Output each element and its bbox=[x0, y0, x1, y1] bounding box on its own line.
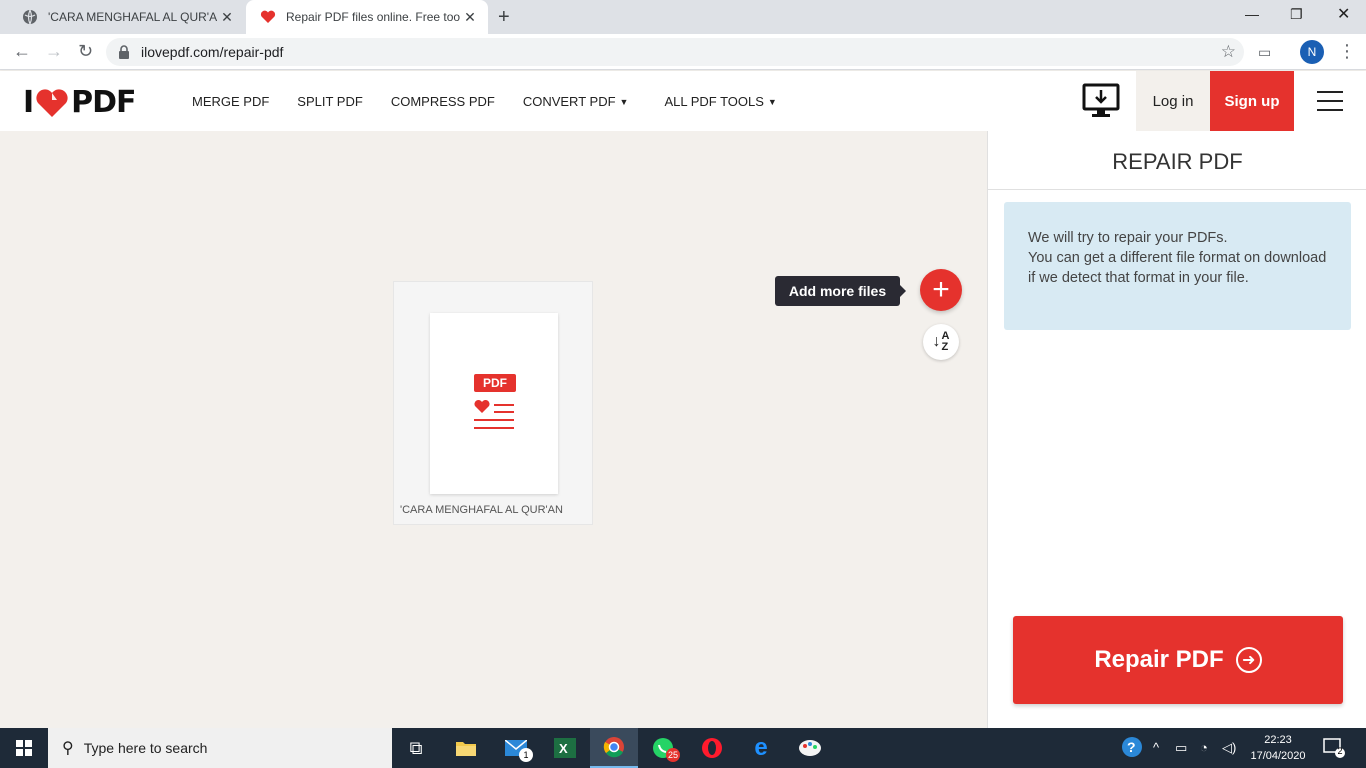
sort-letter-z: Z bbox=[941, 341, 949, 353]
close-tab-icon[interactable]: ✕ bbox=[460, 9, 480, 26]
notification-count: 2 bbox=[1337, 746, 1343, 756]
nav-label: COMPRESS PDF bbox=[390, 94, 495, 109]
wifi-icon[interactable]: ◔ bbox=[1200, 740, 1208, 755]
nav-convert-pdf[interactable]: CONVERT PDF ▼ bbox=[523, 94, 629, 109]
start-button[interactable] bbox=[0, 728, 48, 768]
login-button[interactable]: Log in bbox=[1136, 71, 1210, 131]
notification-center-icon[interactable]: 2 bbox=[1323, 738, 1345, 761]
info-line-2: You can get a different file format on d… bbox=[1028, 250, 1327, 286]
tool-sidebar: REPAIR PDF We will try to repair your PD… bbox=[987, 131, 1366, 728]
forward-icon[interactable]: → bbox=[45, 41, 63, 62]
paint-icon[interactable] bbox=[786, 728, 834, 768]
task-view-icon[interactable]: ⧉ bbox=[392, 728, 440, 768]
nav-merge-pdf[interactable]: MERGE PDF bbox=[192, 94, 269, 109]
sort-letters: A Z bbox=[942, 331, 950, 353]
arrow-right-icon: ➜ bbox=[1235, 647, 1262, 673]
sort-arrow-icon: ↓ bbox=[932, 333, 941, 350]
url-text: ilovepdf.com/repair-pdf bbox=[141, 44, 284, 60]
repair-pdf-button[interactable]: Repair PDF ➜ bbox=[1013, 616, 1343, 704]
clock-time: 22:23 bbox=[1264, 734, 1292, 746]
heart-logo-icon bbox=[36, 88, 68, 117]
whatsapp-badge: 25 bbox=[666, 748, 681, 762]
add-files-button[interactable]: + bbox=[920, 269, 962, 311]
plus-icon: + bbox=[932, 273, 950, 306]
help-icon[interactable]: ? bbox=[1121, 736, 1143, 761]
logo-letter: I bbox=[23, 85, 34, 120]
info-box: We will try to repair your PDFs. You can… bbox=[1004, 202, 1351, 330]
cast-icon[interactable]: ▭ bbox=[1258, 44, 1271, 61]
add-files-tooltip: Add more files bbox=[775, 276, 906, 306]
site-header: I PDF MERGE PDF SPLIT PDF COMPRESS PDF C… bbox=[0, 71, 1366, 131]
pdf-document-icon bbox=[474, 399, 514, 429]
browser-toolbar: ← → ↻ ilovepdf.com/repair-pdf ☆ ▭ ⋮ bbox=[0, 34, 1366, 70]
svg-text:?: ? bbox=[1127, 739, 1136, 755]
search-icon: ⚲ bbox=[62, 740, 74, 757]
desktop-download-icon[interactable] bbox=[1082, 83, 1120, 119]
main-nav: MERGE PDF SPLIT PDF COMPRESS PDF CONVERT… bbox=[192, 94, 805, 109]
svg-text:X: X bbox=[559, 741, 568, 756]
file-thumbnail: PDF bbox=[430, 313, 558, 494]
file-card[interactable]: PDF 'CARA MENGHAFAL AL QUR'AN bbox=[393, 281, 593, 525]
browser-tab-1[interactable]: 'CARA MENGHAFAL AL QUR'AN DAL ✕ bbox=[8, 0, 245, 34]
file-workspace: PDF 'CARA MENGHAFAL AL QUR'AN Add more f… bbox=[0, 131, 987, 728]
clock-date: 17/04/2020 bbox=[1250, 750, 1306, 762]
lock-icon bbox=[119, 45, 129, 59]
nav-label: SPLIT PDF bbox=[297, 94, 363, 109]
mail-badge: 1 bbox=[519, 748, 533, 762]
nav-compress-pdf[interactable]: COMPRESS PDF bbox=[391, 94, 495, 109]
caret-down-icon: ▼ bbox=[619, 96, 629, 107]
pdf-badge: PDF bbox=[474, 374, 516, 392]
info-line-1: We will try to repair your PDFs. bbox=[1028, 230, 1228, 246]
minimize-icon[interactable]: — bbox=[1245, 6, 1259, 22]
signup-button[interactable]: Sign up bbox=[1210, 71, 1294, 131]
repair-button-label: Repair PDF bbox=[1094, 646, 1224, 673]
excel-icon[interactable]: X bbox=[541, 728, 589, 768]
opera-icon[interactable] bbox=[688, 728, 736, 768]
profile-avatar[interactable]: N bbox=[1300, 40, 1324, 64]
ilovepdf-heart-icon bbox=[260, 9, 276, 25]
browser-tab-2[interactable]: Repair PDF files online. Free tool ✕ bbox=[246, 0, 488, 34]
globe-icon bbox=[22, 9, 38, 25]
browser-tab-strip: 'CARA MENGHAFAL AL QUR'AN DAL ✕ Repair P… bbox=[0, 0, 1366, 34]
close-window-icon[interactable]: ✕ bbox=[1337, 4, 1350, 24]
volume-icon[interactable]: ◁) bbox=[1222, 740, 1236, 756]
edge-icon[interactable]: e bbox=[737, 728, 785, 768]
close-tab-icon[interactable]: ✕ bbox=[217, 9, 237, 26]
hamburger-menu-icon[interactable] bbox=[1317, 91, 1343, 111]
tab-title: 'CARA MENGHAFAL AL QUR'AN DAL bbox=[48, 10, 217, 24]
caret-down-icon: ▼ bbox=[767, 96, 777, 107]
ilovepdf-logo[interactable]: I PDF bbox=[23, 85, 137, 120]
menu-dots-icon[interactable]: ⋮ bbox=[1338, 41, 1356, 62]
nav-label: ALL PDF TOOLS bbox=[664, 94, 764, 109]
chrome-icon[interactable] bbox=[590, 728, 638, 768]
nav-all-pdf-tools[interactable]: ALL PDF TOOLS ▼ bbox=[664, 94, 776, 109]
reload-icon[interactable]: ↻ bbox=[78, 41, 93, 62]
windows-taskbar: ⚲ Type here to search ⧉ 1 X 25 e ? ^ ▭ ◔… bbox=[0, 728, 1366, 768]
battery-icon[interactable]: ▭ bbox=[1175, 740, 1187, 756]
search-placeholder: Type here to search bbox=[83, 740, 208, 756]
sort-az-button[interactable]: ↓ A Z bbox=[923, 324, 959, 360]
sidebar-title: REPAIR PDF bbox=[1112, 149, 1243, 174]
system-clock[interactable]: 22:23 17/04/2020 bbox=[1248, 732, 1308, 764]
taskbar-search[interactable]: ⚲ Type here to search bbox=[48, 728, 392, 768]
address-bar[interactable]: ilovepdf.com/repair-pdf ☆ bbox=[106, 38, 1244, 66]
tab-title: Repair PDF files online. Free tool bbox=[286, 10, 460, 24]
restore-icon[interactable]: ❐ bbox=[1290, 6, 1303, 23]
back-icon[interactable]: ← bbox=[13, 41, 31, 62]
windows-logo-icon bbox=[16, 740, 32, 756]
chevron-up-icon[interactable]: ^ bbox=[1153, 740, 1159, 755]
file-explorer-icon[interactable] bbox=[442, 728, 490, 768]
mail-icon[interactable]: 1 bbox=[492, 728, 540, 768]
new-tab-icon[interactable]: + bbox=[498, 6, 510, 29]
whatsapp-icon[interactable]: 25 bbox=[639, 728, 687, 768]
bookmark-star-icon[interactable]: ☆ bbox=[1221, 42, 1236, 62]
nav-label: CONVERT PDF bbox=[522, 94, 616, 109]
nav-split-pdf[interactable]: SPLIT PDF bbox=[297, 94, 363, 109]
logo-text: PDF bbox=[71, 85, 136, 120]
sidebar-divider bbox=[988, 189, 1366, 190]
nav-label: MERGE PDF bbox=[192, 94, 270, 109]
file-name: 'CARA MENGHAFAL AL QUR'AN bbox=[400, 504, 563, 516]
